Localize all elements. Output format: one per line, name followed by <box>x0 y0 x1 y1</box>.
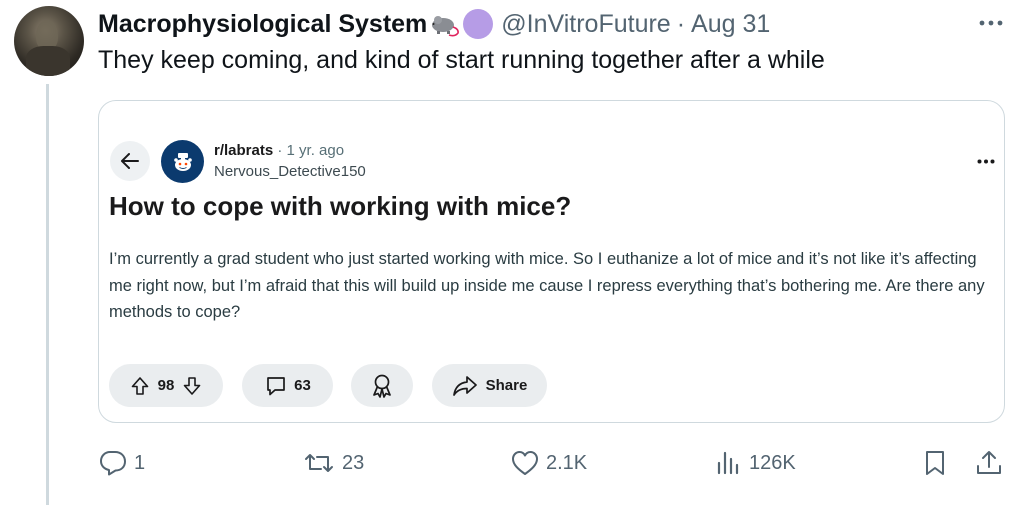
views-button[interactable]: 126K <box>715 447 796 479</box>
back-button[interactable] <box>110 141 150 181</box>
post-more-icon[interactable] <box>972 153 1000 169</box>
header-separator: · <box>676 9 686 38</box>
embedded-reddit-post[interactable]: r/labrats · 1 yr. ago Nervous_Detective1… <box>98 100 1005 423</box>
comment-count: 63 <box>294 377 311 394</box>
purple-circle-emoji <box>463 9 494 39</box>
tweet-text: They keep coming, and kind of start runn… <box>98 46 825 74</box>
tweet-date[interactable]: Aug 31 <box>691 10 770 39</box>
post-username[interactable]: Nervous_Detective150 <box>214 163 366 180</box>
like-count: 2.1K <box>546 451 588 474</box>
share-label: Share <box>485 377 528 394</box>
repost-count: 23 <box>342 451 365 474</box>
reply-button[interactable]: 1 <box>98 447 145 479</box>
vote-count: 98 <box>157 377 175 394</box>
downvote-icon[interactable] <box>182 376 202 396</box>
author-handle[interactable]: @InVitroFuture <box>501 10 670 39</box>
like-icon <box>512 451 538 475</box>
back-arrow-icon <box>121 153 139 169</box>
views-count: 126K <box>749 451 796 474</box>
subreddit-line: r/labrats · 1 yr. ago <box>214 142 344 159</box>
subreddit-avatar[interactable] <box>161 140 204 183</box>
comments-button[interactable]: 63 <box>242 364 333 407</box>
views-icon <box>717 451 739 475</box>
post-time: 1 yr. ago <box>286 142 345 159</box>
tweet-header: Macrophysiological System @InVitroFuture… <box>98 8 770 40</box>
post-body: I’m currently a grad student who just st… <box>109 250 985 321</box>
post-separator: · <box>277 142 283 159</box>
share-arrow-icon <box>452 375 477 396</box>
repost-button[interactable]: 23 <box>302 447 364 479</box>
share-button[interactable] <box>974 447 1004 479</box>
snoo-icon <box>173 152 192 171</box>
repost-icon <box>305 454 333 472</box>
subreddit-name[interactable]: r/labrats <box>214 142 273 159</box>
vote-pill: 98 <box>109 364 223 407</box>
award-button[interactable] <box>351 364 413 407</box>
bookmark-icon <box>926 451 944 475</box>
reply-count: 1 <box>134 451 146 474</box>
reply-icon <box>100 451 126 476</box>
author-display-name[interactable]: Macrophysiological System <box>98 10 427 39</box>
post-title: How to cope with working with mice? <box>109 191 572 221</box>
author-avatar[interactable] <box>14 6 84 76</box>
more-icon[interactable] <box>976 10 1006 36</box>
share-icon <box>977 451 1001 474</box>
rat-icon <box>429 11 461 37</box>
award-icon <box>373 374 391 398</box>
post-share-button[interactable]: Share <box>432 364 547 407</box>
thread-line <box>46 84 49 505</box>
bookmark-button[interactable] <box>922 447 948 479</box>
upvote-icon[interactable] <box>130 376 150 396</box>
like-button[interactable]: 2.1K <box>510 447 587 479</box>
comment-icon <box>267 376 286 395</box>
